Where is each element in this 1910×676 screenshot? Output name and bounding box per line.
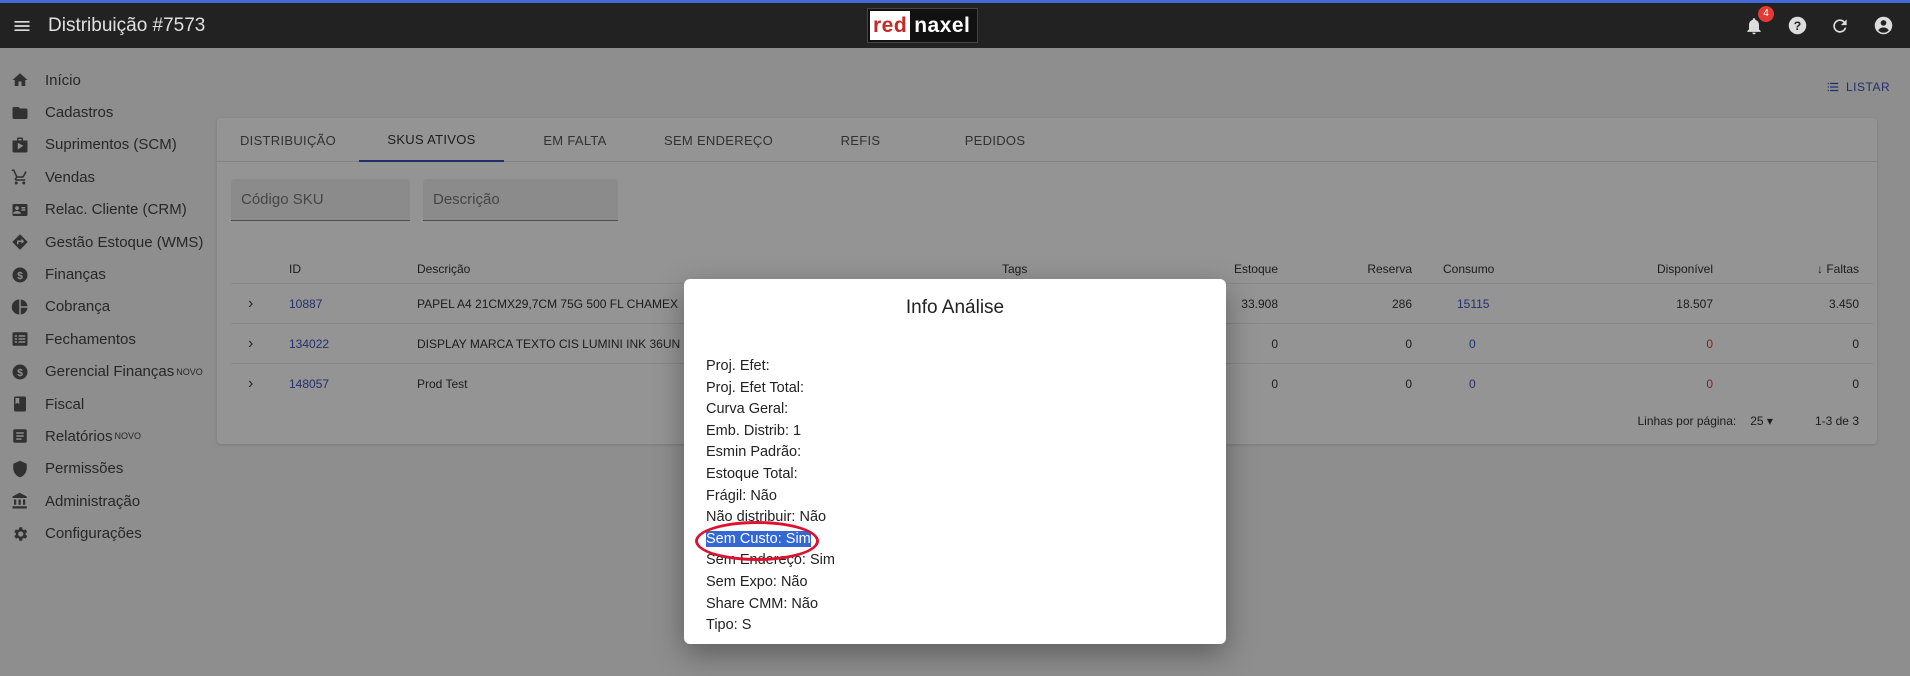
- info-line: Tipo: S: [706, 617, 752, 634]
- help-icon[interactable]: ?: [1784, 13, 1810, 39]
- page-title: Distribuição #7573: [48, 14, 206, 36]
- bell-icon[interactable]: 4: [1741, 5, 1774, 39]
- info-line: Frágil: Não: [706, 487, 777, 504]
- app-bar: Distribuição #7573 red naxel 4 ?: [0, 0, 1910, 48]
- annotation-circle: [695, 521, 819, 561]
- menu-icon[interactable]: [0, 3, 44, 48]
- info-line: Curva Geral:: [706, 401, 789, 418]
- info-line: Estoque Total:: [706, 465, 798, 482]
- refresh-icon[interactable]: [1827, 13, 1853, 39]
- info-line: Proj. Efet:: [706, 358, 770, 374]
- dialog-title: Info Análise: [905, 297, 1005, 318]
- info-line: Share CMM: Não: [706, 595, 819, 612]
- logo-red-text: red: [870, 11, 911, 40]
- notification-badge: 4: [1758, 5, 1774, 22]
- info-analise-dialog: Info Análise Proj. Efet: Proj. Efet Tota…: [684, 279, 1226, 644]
- info-line: Proj. Efet Total:: [706, 379, 805, 396]
- dialog-content: Proj. Efet: Proj. Efet Total: Curva Gera…: [706, 356, 835, 637]
- logo: red naxel: [867, 8, 978, 43]
- logo-white-text: naxel: [914, 13, 971, 37]
- info-line: Esmin Padrão:: [706, 444, 802, 461]
- svg-text:?: ?: [1793, 19, 1800, 33]
- info-line: Sem Expo: Não: [706, 573, 808, 590]
- info-line: Emb. Distrib: 1: [706, 422, 802, 439]
- account-icon[interactable]: [1870, 13, 1896, 39]
